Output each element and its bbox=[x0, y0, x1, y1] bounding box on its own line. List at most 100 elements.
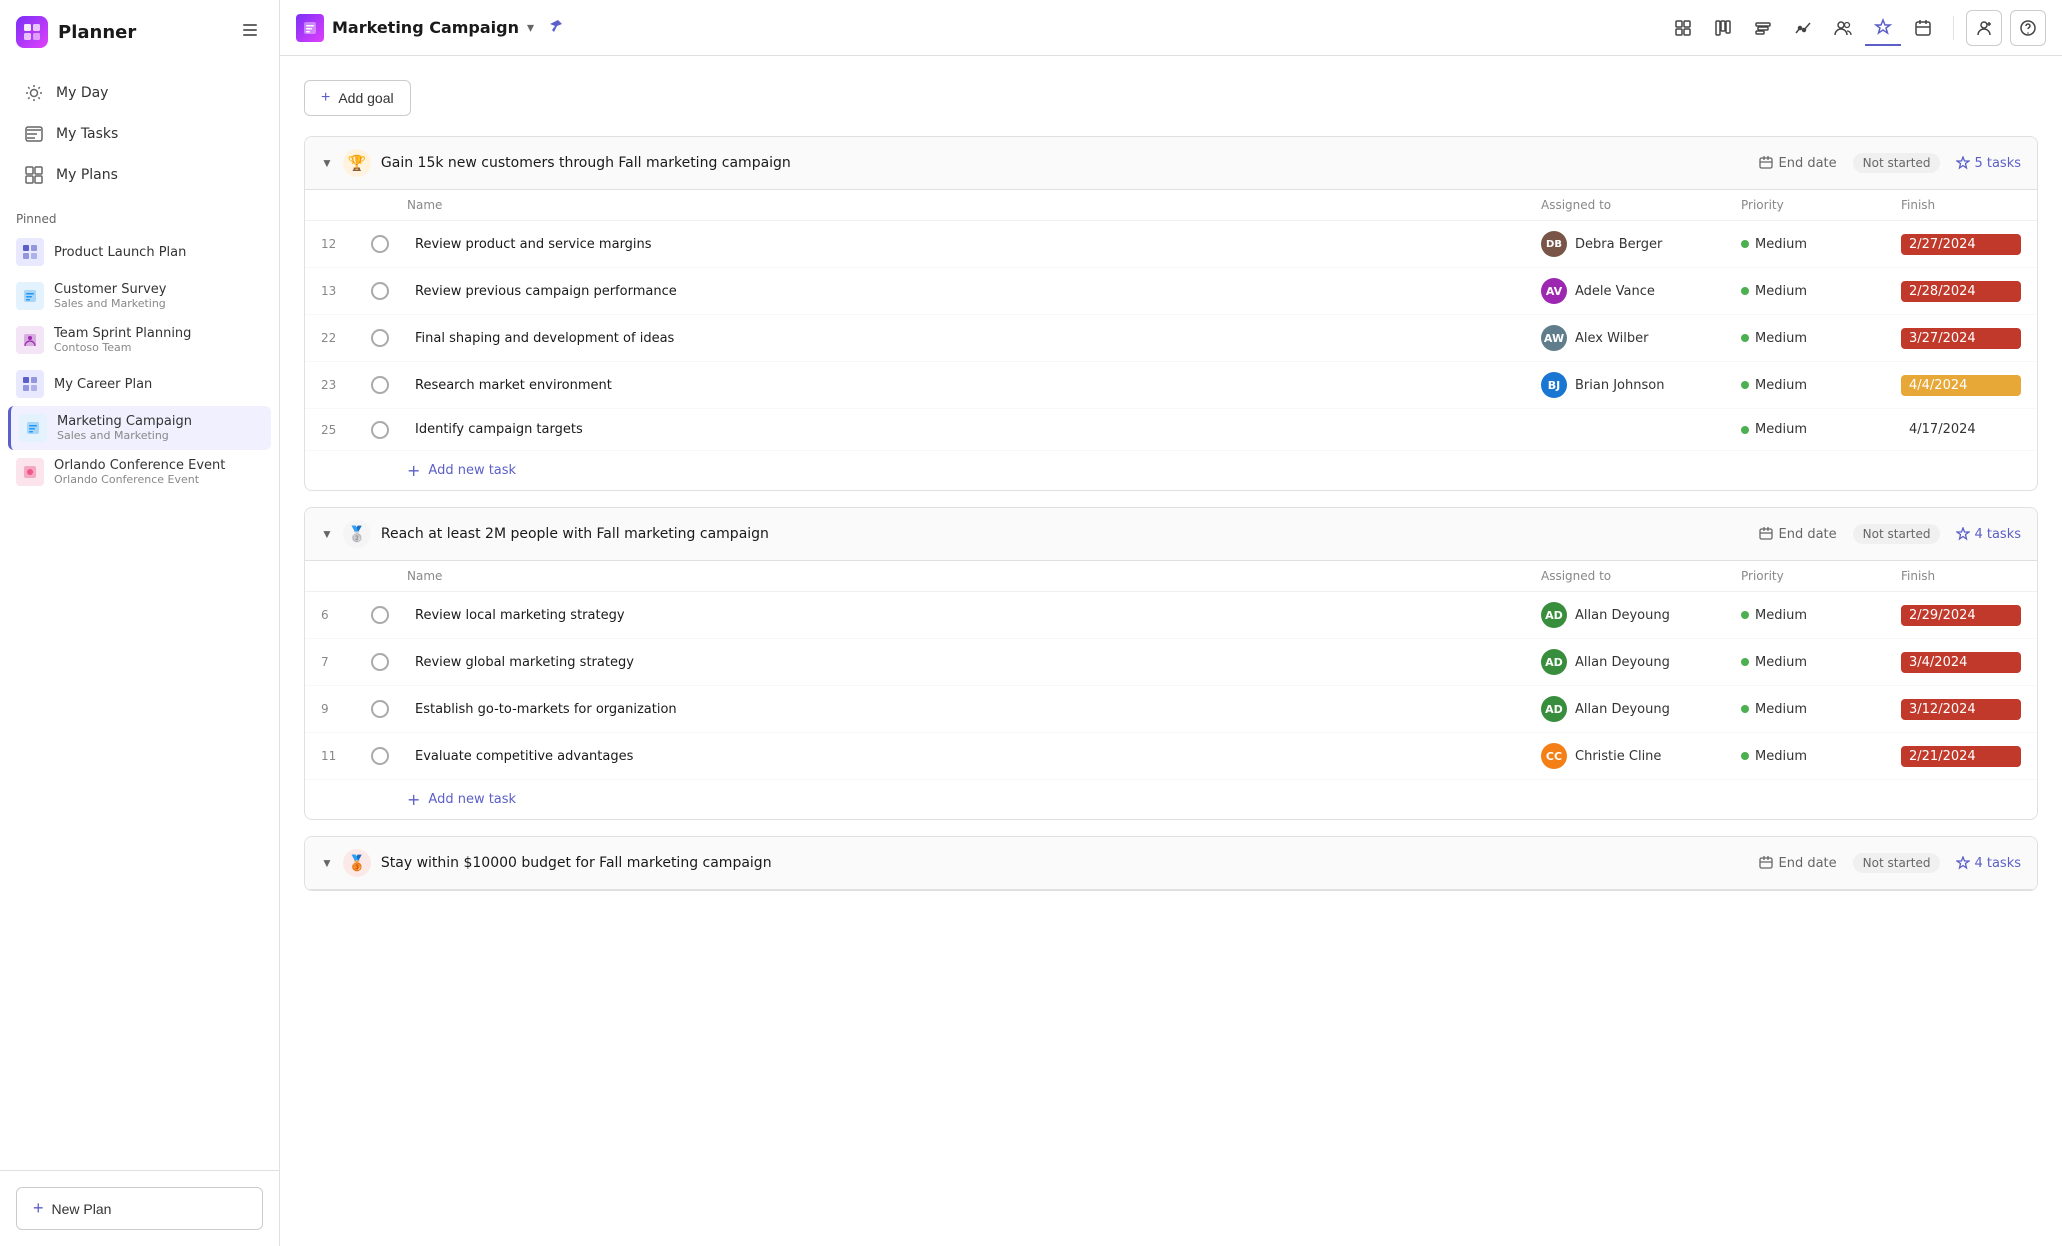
add-goal-plus-icon: + bbox=[321, 89, 330, 107]
task-22-avatar: AW bbox=[1541, 325, 1567, 351]
chart-view-button[interactable] bbox=[1785, 10, 1821, 46]
schedule-view-button[interactable] bbox=[1905, 10, 1941, 46]
add-goal-label: Add goal bbox=[338, 90, 393, 106]
task-row[interactable]: 12 Review product and service margins DB… bbox=[305, 221, 2037, 268]
task-13-assigned: AV Adele Vance bbox=[1541, 278, 1741, 304]
goal-1-tasks-count[interactable]: 5 tasks bbox=[1956, 156, 2021, 171]
plus-icon: + bbox=[33, 1198, 44, 1219]
task-6-priority: Medium bbox=[1741, 608, 1901, 623]
task-6-checkbox[interactable] bbox=[371, 606, 389, 624]
product-launch-name: Product Launch Plan bbox=[54, 245, 263, 260]
task-25-finish: 4/17/2024 bbox=[1901, 419, 2021, 440]
goal-2-tasks-count[interactable]: 4 tasks bbox=[1956, 527, 2021, 542]
sidebar-item-my-tasks[interactable]: My Tasks bbox=[8, 114, 271, 154]
members-button[interactable] bbox=[1966, 10, 2002, 46]
task-23-assigned: BJ Brian Johnson bbox=[1541, 372, 1741, 398]
goal-3-tasks-count[interactable]: 4 tasks bbox=[1956, 856, 2021, 871]
add-goal-button[interactable]: + Add goal bbox=[304, 80, 411, 116]
orlando-conference-sub: Orlando Conference Event bbox=[54, 473, 263, 486]
board-view-button[interactable] bbox=[1705, 10, 1741, 46]
task-25-checkbox[interactable] bbox=[371, 421, 389, 439]
task-12-assignee-name: Debra Berger bbox=[1575, 237, 1662, 252]
sidebar-item-product-launch[interactable]: Product Launch Plan bbox=[8, 230, 271, 274]
goal-2-end-date-label: End date bbox=[1779, 527, 1837, 542]
task-7-avatar: AD bbox=[1541, 649, 1567, 675]
people-view-button[interactable] bbox=[1825, 10, 1861, 46]
task-23-checkbox[interactable] bbox=[371, 376, 389, 394]
sidebar-footer: + New Plan bbox=[0, 1170, 279, 1246]
goal-1-title: Gain 15k new customers through Fall mark… bbox=[381, 155, 1749, 171]
top-bar: Marketing Campaign ▾ bbox=[280, 0, 2062, 56]
task-row[interactable]: 11 Evaluate competitive advantages CC Ch… bbox=[305, 733, 2037, 780]
my-career-icon bbox=[16, 370, 44, 398]
task-25-priority: Medium bbox=[1741, 422, 1901, 437]
goal-1-expand-button[interactable]: ▼ bbox=[321, 156, 333, 170]
help-button[interactable] bbox=[2010, 10, 2046, 46]
plan-title-icon bbox=[296, 14, 324, 42]
pin-button[interactable] bbox=[542, 12, 570, 44]
task-13-avatar: AV bbox=[1541, 278, 1567, 304]
planner-logo bbox=[16, 16, 48, 48]
goal-2-task-table: Name Assigned to Priority Finish 6 Revie… bbox=[305, 561, 2037, 819]
sidebar-item-customer-survey[interactable]: Customer Survey Sales and Marketing bbox=[8, 274, 271, 318]
sidebar-item-marketing-campaign[interactable]: Marketing Campaign Sales and Marketing ·… bbox=[8, 406, 271, 450]
goal-1-add-task-button[interactable]: + Add new task bbox=[305, 451, 2037, 490]
sidebar-item-my-day[interactable]: My Day bbox=[8, 73, 271, 113]
sidebar-toggle-icon[interactable] bbox=[237, 17, 263, 47]
task-22-checkbox[interactable] bbox=[371, 329, 389, 347]
task-13-checkbox[interactable] bbox=[371, 282, 389, 300]
team-sprint-sub: Contoso Team bbox=[54, 341, 263, 354]
goal-3-end-date-label: End date bbox=[1779, 856, 1837, 871]
goal-2-add-task-button[interactable]: + Add new task bbox=[305, 780, 2037, 819]
task-12-finish: 2/27/2024 bbox=[1901, 234, 2021, 255]
goal-3-trophy: 🥉 bbox=[343, 849, 371, 877]
task-23-avatar: BJ bbox=[1541, 372, 1567, 398]
task-row[interactable]: 23 Research market environment BJ Brian … bbox=[305, 362, 2037, 409]
task-7-name: Review global marketing strategy bbox=[407, 655, 1541, 670]
task-22-name: Final shaping and development of ideas bbox=[407, 331, 1541, 346]
goal-1-header: ▼ 🏆 Gain 15k new customers through Fall … bbox=[305, 137, 2037, 190]
goal-2-expand-button[interactable]: ▼ bbox=[321, 527, 333, 541]
task-13-priority-dot bbox=[1741, 287, 1749, 295]
goal-1-end-date[interactable]: End date bbox=[1759, 156, 1837, 171]
sidebar-item-my-career[interactable]: My Career Plan bbox=[8, 362, 271, 406]
task-row[interactable]: 22 Final shaping and development of idea… bbox=[305, 315, 2037, 362]
customer-survey-icon bbox=[16, 282, 44, 310]
goal-3-end-date[interactable]: End date bbox=[1759, 856, 1837, 871]
task-9-name: Establish go-to-markets for organization bbox=[407, 702, 1541, 717]
task-23-finish: 4/4/2024 bbox=[1901, 375, 2021, 396]
task-row[interactable]: 25 Identify campaign targets Medium 4/17… bbox=[305, 409, 2037, 451]
product-launch-icon bbox=[16, 238, 44, 266]
sidebar-item-my-plans[interactable]: My Plans bbox=[8, 155, 271, 195]
sidebar-nav: My Day My Tasks My Plans bbox=[0, 64, 279, 204]
goals-view-button[interactable] bbox=[1865, 10, 1901, 46]
task-7-num: 7 bbox=[321, 655, 371, 669]
plan-title-area[interactable]: Marketing Campaign ▾ bbox=[296, 14, 534, 42]
task-6-assigned: AD Allan Deyoung bbox=[1541, 602, 1741, 628]
task-9-assigned: AD Allan Deyoung bbox=[1541, 696, 1741, 722]
task-11-checkbox[interactable] bbox=[371, 747, 389, 765]
task-12-checkbox[interactable] bbox=[371, 235, 389, 253]
goal-2-end-date[interactable]: End date bbox=[1759, 527, 1837, 542]
task-row[interactable]: 13 Review previous campaign performance … bbox=[305, 268, 2037, 315]
task-row[interactable]: 7 Review global marketing strategy AD Al… bbox=[305, 639, 2037, 686]
task-9-assignee-name: Allan Deyoung bbox=[1575, 702, 1670, 717]
task-row[interactable]: 9 Establish go-to-markets for organizati… bbox=[305, 686, 2037, 733]
sidebar-item-orlando-conference[interactable]: Orlando Conference Event Orlando Confere… bbox=[8, 450, 271, 494]
task-12-num: 12 bbox=[321, 237, 371, 251]
new-plan-button[interactable]: + New Plan bbox=[16, 1187, 263, 1230]
goal-3-status: Not started bbox=[1853, 853, 1941, 873]
task-9-checkbox[interactable] bbox=[371, 700, 389, 718]
task-row[interactable]: 6 Review local marketing strategy AD All… bbox=[305, 592, 2037, 639]
sidebar-item-team-sprint[interactable]: Team Sprint Planning Contoso Team bbox=[8, 318, 271, 362]
grid-view-button[interactable] bbox=[1665, 10, 1701, 46]
task-7-finish: 3/4/2024 bbox=[1901, 652, 2021, 673]
add-task-2-plus-icon: + bbox=[407, 790, 420, 809]
goal-3-expand-button[interactable]: ▼ bbox=[321, 856, 333, 870]
team-sprint-info: Team Sprint Planning Contoso Team bbox=[54, 326, 263, 354]
timeline-view-button[interactable] bbox=[1745, 10, 1781, 46]
task-22-priority-dot bbox=[1741, 334, 1749, 342]
task-7-checkbox[interactable] bbox=[371, 653, 389, 671]
goal-1-trophy: 🏆 bbox=[343, 149, 371, 177]
goal-2-header: ▼ 🥈 Reach at least 2M people with Fall m… bbox=[305, 508, 2037, 561]
